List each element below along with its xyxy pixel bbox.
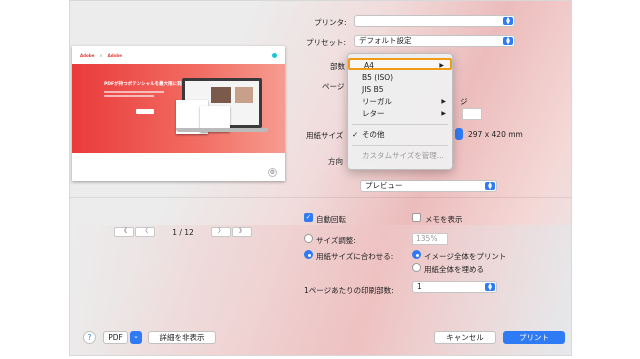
show-notes-checkbox[interactable] [412, 213, 421, 222]
scale-radio[interactable] [304, 234, 313, 243]
print-entire-image-radio[interactable] [412, 250, 421, 259]
preview-laptop-base [176, 128, 268, 132]
updown-arrows-icon: ▲ ▼ [503, 37, 513, 46]
pdf-chevron-down-icon[interactable]: ⌄ [130, 331, 142, 344]
section-select[interactable]: プレビュー ▲ ▼ [360, 180, 497, 192]
pages-per-sheet-label: 1ページあたりの印刷部数: [304, 286, 394, 295]
print-dialog: Adobe × Adobe PDFが持つポテンシャルを最大限に発揮 ⚙ 《 〈 … [69, 0, 572, 356]
print-button[interactable]: プリント [503, 331, 565, 344]
preset-select-value: デフォルト設定 [359, 36, 412, 45]
auto-rotate-label: 自動回転 [316, 215, 346, 224]
preview-header: Adobe × Adobe [72, 46, 285, 64]
menu-item-label: B5 (ISO) [362, 73, 394, 82]
section-select-value: プレビュー [365, 181, 403, 190]
paper-size-menu: A4 ▶ B5 (ISO) JIS B5 リーガル ▶ レター ▶ ✓ その他 … [347, 53, 453, 170]
submenu-arrow-icon: ▶ [441, 98, 446, 105]
pager-forward-group: 〉 》 [211, 227, 252, 237]
preview-hero: PDFが持つポテンシャルを最大限に発揮 [72, 64, 285, 153]
section-divider [70, 197, 571, 198]
help-button[interactable]: ? [83, 331, 96, 344]
hide-details-button[interactable]: 詳細を非表示 [148, 331, 216, 344]
fit-to-paper-label: 用紙サイズに合わせる: [316, 252, 394, 261]
orientation-label: 方向 [328, 157, 343, 166]
paper-size-label: 用紙サイズ [306, 131, 344, 140]
pdf-menu-button[interactable]: PDF [103, 331, 128, 344]
checkmark-icon: ✓ [352, 130, 359, 139]
copies-label: 部数 [330, 62, 345, 71]
page-indicator: 1 / 12 [172, 227, 194, 237]
show-notes-label: メモを表示 [425, 215, 463, 224]
first-page-button[interactable]: 《 [114, 227, 134, 237]
preview-hero-button [136, 109, 154, 114]
menu-item-letter[interactable]: レター ▶ [348, 108, 452, 120]
preset-select[interactable]: デフォルト設定 ▲ ▼ [354, 35, 515, 47]
preview-hero-text-line [104, 91, 164, 93]
pages-range-label: ジ [460, 97, 468, 106]
menu-item-manage-custom-sizes: カスタムサイズを管理... [348, 150, 452, 162]
preview-logo: Adobe [80, 52, 95, 58]
pages-per-sheet-select[interactable]: 1 ▲ ▼ [412, 281, 497, 293]
last-page-button[interactable]: 》 [232, 227, 252, 237]
submenu-arrow-icon: ▶ [439, 62, 444, 69]
pages-to-field[interactable] [462, 108, 482, 120]
preview-logo-separator: × [99, 52, 103, 58]
updown-arrows-icon: ▲ ▼ [485, 283, 495, 292]
menu-item-label: リーガル [362, 97, 392, 106]
preview-photo [235, 87, 253, 103]
preview-dot-icon [272, 52, 277, 58]
pages-per-sheet-value: 1 [417, 282, 422, 291]
paper-dimensions: 297 x 420 mm [468, 130, 523, 139]
preview-logo-2: Adobe [107, 52, 122, 58]
print-entire-image-label: イメージ全体をプリント [424, 252, 507, 261]
printer-select[interactable]: ▲ ▼ [354, 15, 515, 27]
menu-item-label: その他 [362, 130, 385, 139]
preview-hero-text-line [104, 95, 154, 97]
paper-size-select-edge[interactable] [455, 128, 463, 140]
page-navigator: 《 〈 1 / 12 〉 》 [114, 227, 252, 237]
preview-hero-title: PDFが持つポテンシャルを最大限に発揮 [104, 82, 187, 87]
menu-item-jis-b5[interactable]: JIS B5 [348, 84, 452, 96]
fill-entire-paper-radio[interactable] [412, 263, 421, 272]
menu-item-other[interactable]: ✓ その他 [348, 129, 452, 141]
menu-item-b5-iso[interactable]: B5 (ISO) [348, 72, 452, 84]
scale-field[interactable]: 135% [412, 233, 448, 245]
printer-label: プリンタ: [314, 18, 347, 27]
previous-page-button[interactable]: 〈 [135, 227, 155, 237]
submenu-arrow-icon: ▶ [441, 110, 446, 117]
cancel-button[interactable]: キャンセル [434, 331, 496, 344]
menu-separator [352, 145, 448, 146]
menu-item-label: レター [362, 109, 385, 118]
menu-separator [352, 124, 448, 125]
fit-to-paper-radio[interactable] [304, 250, 313, 259]
menu-item-label: JIS B5 [362, 85, 384, 94]
menu-item-legal[interactable]: リーガル ▶ [348, 96, 452, 108]
menu-item-label: A4 [364, 61, 374, 70]
preview-photo [211, 87, 231, 103]
preview-gear-icon: ⚙ [268, 168, 277, 177]
scale-label: サイズ調整: [316, 236, 356, 245]
pages-label: ページ [322, 82, 345, 91]
next-page-button[interactable]: 〉 [211, 227, 231, 237]
fill-entire-paper-label: 用紙全体を埋める [424, 265, 484, 274]
menu-item-label: カスタムサイズを管理... [362, 151, 444, 160]
preset-label: プリセット: [306, 38, 347, 47]
menu-item-a4[interactable]: A4 ▶ [348, 58, 452, 70]
pager-back-group: 《 〈 [114, 227, 155, 237]
updown-arrows-icon: ▲ ▼ [503, 17, 513, 26]
page-preview: Adobe × Adobe PDFが持つポテンシャルを最大限に発揮 ⚙ [72, 46, 285, 181]
updown-arrows-icon: ▲ ▼ [485, 182, 495, 191]
auto-rotate-checkbox[interactable]: ✓ [304, 213, 313, 222]
